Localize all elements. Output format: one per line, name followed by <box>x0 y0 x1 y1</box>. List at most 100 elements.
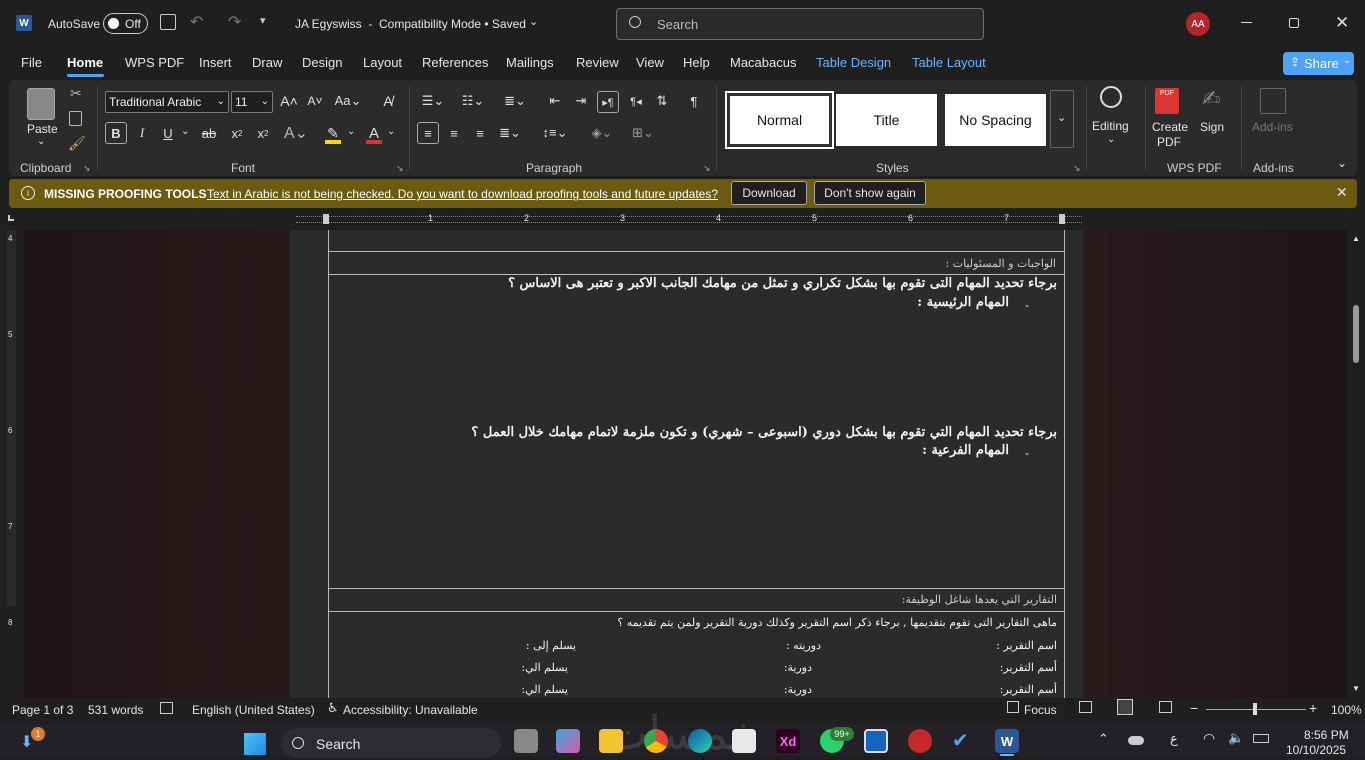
tab-references[interactable]: References <box>422 55 488 70</box>
cut-icon[interactable]: ✂ <box>70 85 82 102</box>
gear-app-icon[interactable] <box>908 729 932 753</box>
sort-icon[interactable]: ⇅ <box>652 91 672 111</box>
customize-qat-icon[interactable]: ▾ <box>260 14 266 27</box>
tab-draw[interactable]: Draw <box>252 55 282 70</box>
section-header-reports[interactable]: التقارير التي يعدها شاغل الوظيفة: <box>902 593 1057 606</box>
sign-label[interactable]: Sign <box>1200 120 1224 134</box>
styles-launcher-icon[interactable]: ↘ <box>1073 163 1081 174</box>
tab-layout[interactable]: Layout <box>363 55 402 70</box>
share-button[interactable]: ⇪ Share ⌄ <box>1283 52 1354 75</box>
report-period-label[interactable]: دورية: <box>784 683 812 696</box>
word-taskbar-icon[interactable]: W <box>995 729 1019 753</box>
word-count[interactable]: 531 words <box>88 703 143 717</box>
editing-search-icon[interactable] <box>1100 86 1122 108</box>
increase-indent-icon[interactable]: ⇥ <box>571 91 591 111</box>
ruler-track[interactable] <box>296 216 1082 223</box>
editing-chevron-icon[interactable]: ⌄ <box>1107 134 1115 145</box>
underline-button[interactable]: U <box>159 122 177 144</box>
tab-table-design[interactable]: Table Design <box>816 55 891 70</box>
text-effects-icon[interactable]: A⌄ <box>281 122 311 144</box>
dont-show-again-button[interactable]: Don't show again <box>814 181 926 205</box>
font-name-chevron-icon[interactable]: ⌄ <box>217 92 225 112</box>
search-box[interactable]: Search <box>616 8 984 40</box>
zoom-out-icon[interactable]: − <box>1190 700 1198 716</box>
clipboard-launcher-icon[interactable]: ↘ <box>83 163 91 174</box>
tab-wps-pdf[interactable]: WPS PDF <box>125 55 184 70</box>
edge-icon[interactable] <box>688 729 712 753</box>
avatar[interactable]: AA <box>1186 12 1210 36</box>
download-button[interactable]: Download <box>731 181 807 205</box>
todo-icon[interactable]: ✔ <box>952 729 976 753</box>
page-count[interactable]: Page 1 of 3 <box>12 703 73 717</box>
borders-icon[interactable]: ⊞⌄ <box>626 122 660 144</box>
font-size-combo[interactable]: 11 ⌄ <box>231 91 273 113</box>
tab-design[interactable]: Design <box>302 55 342 70</box>
zoom-in-icon[interactable]: + <box>1309 700 1317 716</box>
subscript-button[interactable]: x2 <box>228 122 246 144</box>
clear-formatting-icon[interactable]: A̸ <box>378 91 398 111</box>
report-to-label[interactable]: يسلم إلى : <box>526 639 576 652</box>
zoom-thumb[interactable] <box>1253 703 1257 715</box>
autosave-toggle[interactable]: Off <box>103 13 148 34</box>
redo-icon[interactable]: ↷ <box>228 12 241 32</box>
proofing-icon[interactable] <box>160 702 173 714</box>
report-to-label[interactable]: يسلم الي: <box>521 683 568 696</box>
document-title[interactable]: JA Egyswiss - Compatibility Mode • Saved <box>295 17 526 31</box>
language-label[interactable]: English (United States) <box>192 703 315 717</box>
tab-mailings[interactable]: Mailings <box>506 55 554 70</box>
report-to-label[interactable]: يسلم الي: <box>521 661 568 674</box>
tab-file[interactable]: File <box>21 55 42 70</box>
onedrive-icon[interactable] <box>1128 736 1144 745</box>
column-marker[interactable] <box>323 214 329 224</box>
rtl-direction-icon[interactable]: ¶◂ <box>626 91 646 111</box>
vertical-scrollbar[interactable]: ▲ ▼ <box>1347 230 1365 698</box>
show-marks-icon[interactable]: ¶ <box>684 91 704 111</box>
web-layout-icon[interactable] <box>1159 701 1172 713</box>
tray-chevron-icon[interactable]: ⌃ <box>1098 731 1109 747</box>
clock-date[interactable]: 10/10/2025 <box>1286 743 1346 757</box>
shading-icon[interactable]: ◈⌄ <box>585 122 619 144</box>
superscript-button[interactable]: x2 <box>254 122 272 144</box>
style-no-spacing[interactable]: No Spacing <box>945 94 1046 146</box>
format-painter-icon[interactable]: 🖌 <box>68 135 86 152</box>
tab-help[interactable]: Help <box>683 55 710 70</box>
minimize-icon[interactable] <box>1241 22 1252 23</box>
report-period-label[interactable]: دورية: <box>784 661 812 674</box>
infobar-message[interactable]: Text in Arabic is not being checked. Do … <box>207 187 718 201</box>
accessibility-status[interactable]: Accessibility: Unavailable <box>343 703 478 717</box>
change-case-icon[interactable]: Aa⌄ <box>333 91 363 111</box>
line-spacing-icon[interactable]: ↕≡⌄ <box>537 122 573 144</box>
clock-time[interactable]: 8:56 PM <box>1304 728 1349 742</box>
tablet-icon[interactable] <box>864 729 888 753</box>
ltr-direction-icon[interactable]: ▸¶ <box>597 91 619 113</box>
print-layout-icon[interactable] <box>1117 699 1133 715</box>
align-center-icon[interactable]: ≡ <box>443 122 465 144</box>
numbering-icon[interactable]: ☷⌄ <box>457 91 489 111</box>
font-size-chevron-icon[interactable]: ⌄ <box>261 92 269 112</box>
tab-table-layout[interactable]: Table Layout <box>912 55 986 70</box>
task-view-icon[interactable] <box>514 729 538 753</box>
paragraph-launcher-icon[interactable]: ↘ <box>703 163 711 174</box>
tab-home[interactable]: Home <box>67 55 103 70</box>
scroll-up-icon[interactable]: ▲ <box>1352 234 1360 243</box>
font-launcher-icon[interactable]: ↘ <box>396 163 404 174</box>
create-pdf-icon[interactable]: PDF <box>1155 88 1179 114</box>
style-normal[interactable]: Normal <box>725 91 834 149</box>
justify-icon[interactable]: ≣⌄ <box>495 122 525 144</box>
document-page[interactable]: الواجبات و المسئوليات : برجاء تحديد المه… <box>290 230 1083 698</box>
align-left-icon[interactable]: ≡ <box>417 122 439 144</box>
title-chevron-down-icon[interactable]: ⌄ <box>529 15 538 28</box>
zoom-level[interactable]: 100% <box>1331 703 1362 717</box>
font-name-combo[interactable]: Traditional Arabic ⌄ <box>105 91 229 113</box>
close-icon[interactable]: ✕ <box>1335 13 1349 33</box>
align-right-icon[interactable]: ≡ <box>469 122 491 144</box>
copy-icon[interactable] <box>69 111 82 126</box>
question-reports[interactable]: ماهى التقارير التى تقوم بتقديمها , برجاء… <box>617 616 1057 629</box>
wifi-icon[interactable]: ◠ <box>1203 730 1215 747</box>
bullets-icon[interactable]: ☰⌄ <box>417 91 449 111</box>
report-name-label[interactable]: أسم التقرير: <box>1000 683 1057 696</box>
section-header-duties[interactable]: الواجبات و المسئوليات : <box>946 257 1056 270</box>
italic-button[interactable]: I <box>133 122 151 144</box>
vertical-ruler[interactable]: 4 5 6 7 8 <box>0 230 24 698</box>
ribbon-collapse-icon[interactable]: ⌄ <box>1337 156 1347 170</box>
